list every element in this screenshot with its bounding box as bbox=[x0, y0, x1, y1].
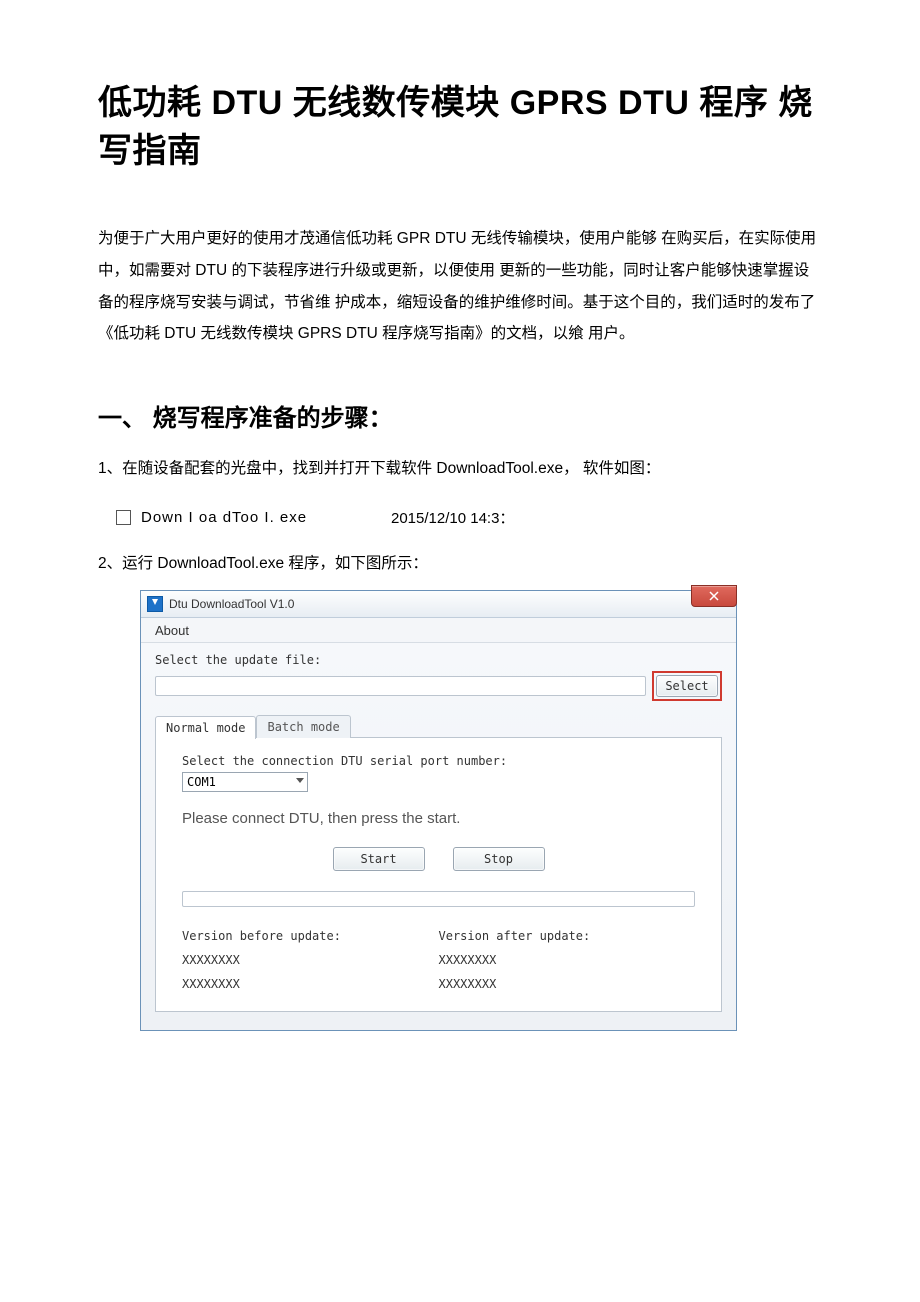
tab-panel-normal: Select the connection DTU serial port nu… bbox=[155, 738, 722, 1012]
file-name: Down I oa dToo I. exe bbox=[141, 509, 391, 526]
intro-paragraph: 为便于广大用户更好的使用才茂通信低功耗 GPR DTU 无线传输模块，使用户能够… bbox=[98, 223, 822, 350]
version-before-label: Version before update: bbox=[182, 929, 439, 943]
com-port-value: COM1 bbox=[187, 775, 216, 789]
version-after-label: Version after update: bbox=[439, 929, 696, 943]
menu-about[interactable]: About bbox=[155, 623, 189, 638]
tab-normal-mode[interactable]: Normal mode bbox=[155, 716, 256, 739]
downloadtool-window: Dtu DownloadTool V1.0 About Select the u… bbox=[140, 590, 737, 1031]
serial-port-label: Select the connection DTU serial port nu… bbox=[182, 754, 695, 768]
progress-bar bbox=[182, 891, 695, 907]
start-button[interactable]: Start bbox=[333, 847, 425, 871]
select-button[interactable]: Select bbox=[656, 675, 718, 697]
menubar: About bbox=[141, 618, 736, 643]
close-button[interactable] bbox=[691, 585, 737, 607]
stop-button[interactable]: Stop bbox=[453, 847, 545, 871]
version-after-value-1: XXXXXXXX bbox=[439, 953, 696, 967]
step-1: 1、在随设备配套的光盘中，找到并打开下载软件 DownloadTool.exe，… bbox=[98, 455, 822, 483]
close-icon bbox=[709, 591, 719, 601]
com-port-select[interactable]: COM1 bbox=[182, 772, 308, 792]
section-heading-1: 一、 烧写程序准备的步骤： bbox=[98, 398, 822, 433]
file-listing: Down I oa dToo I. exe 2015/12/10 14:3： bbox=[98, 495, 822, 540]
select-button-highlight: Select bbox=[652, 671, 722, 701]
window-title: Dtu DownloadTool V1.0 bbox=[169, 597, 294, 611]
select-file-label: Select the update file: bbox=[155, 653, 722, 667]
chevron-down-icon bbox=[296, 778, 304, 783]
status-text: Please connect DTU, then press the start… bbox=[182, 810, 695, 827]
file-icon bbox=[116, 510, 131, 525]
app-icon bbox=[147, 596, 163, 612]
window-titlebar: Dtu DownloadTool V1.0 bbox=[141, 591, 736, 618]
file-path-input[interactable] bbox=[155, 676, 646, 696]
tab-batch-mode[interactable]: Batch mode bbox=[256, 715, 350, 738]
mode-tabs: Normal mode Batch mode bbox=[155, 715, 722, 738]
version-before-value-1: XXXXXXXX bbox=[182, 953, 439, 967]
page-title: 低功耗 DTU 无线数传模块 GPRS DTU 程序 烧写指南 bbox=[98, 80, 822, 175]
version-before-value-2: XXXXXXXX bbox=[182, 977, 439, 991]
file-date: 2015/12/10 14:3： bbox=[391, 507, 514, 528]
version-after-value-2: XXXXXXXX bbox=[439, 977, 696, 991]
step-2: 2、运行 DownloadTool.exe 程序，如下图所示： bbox=[98, 550, 822, 578]
